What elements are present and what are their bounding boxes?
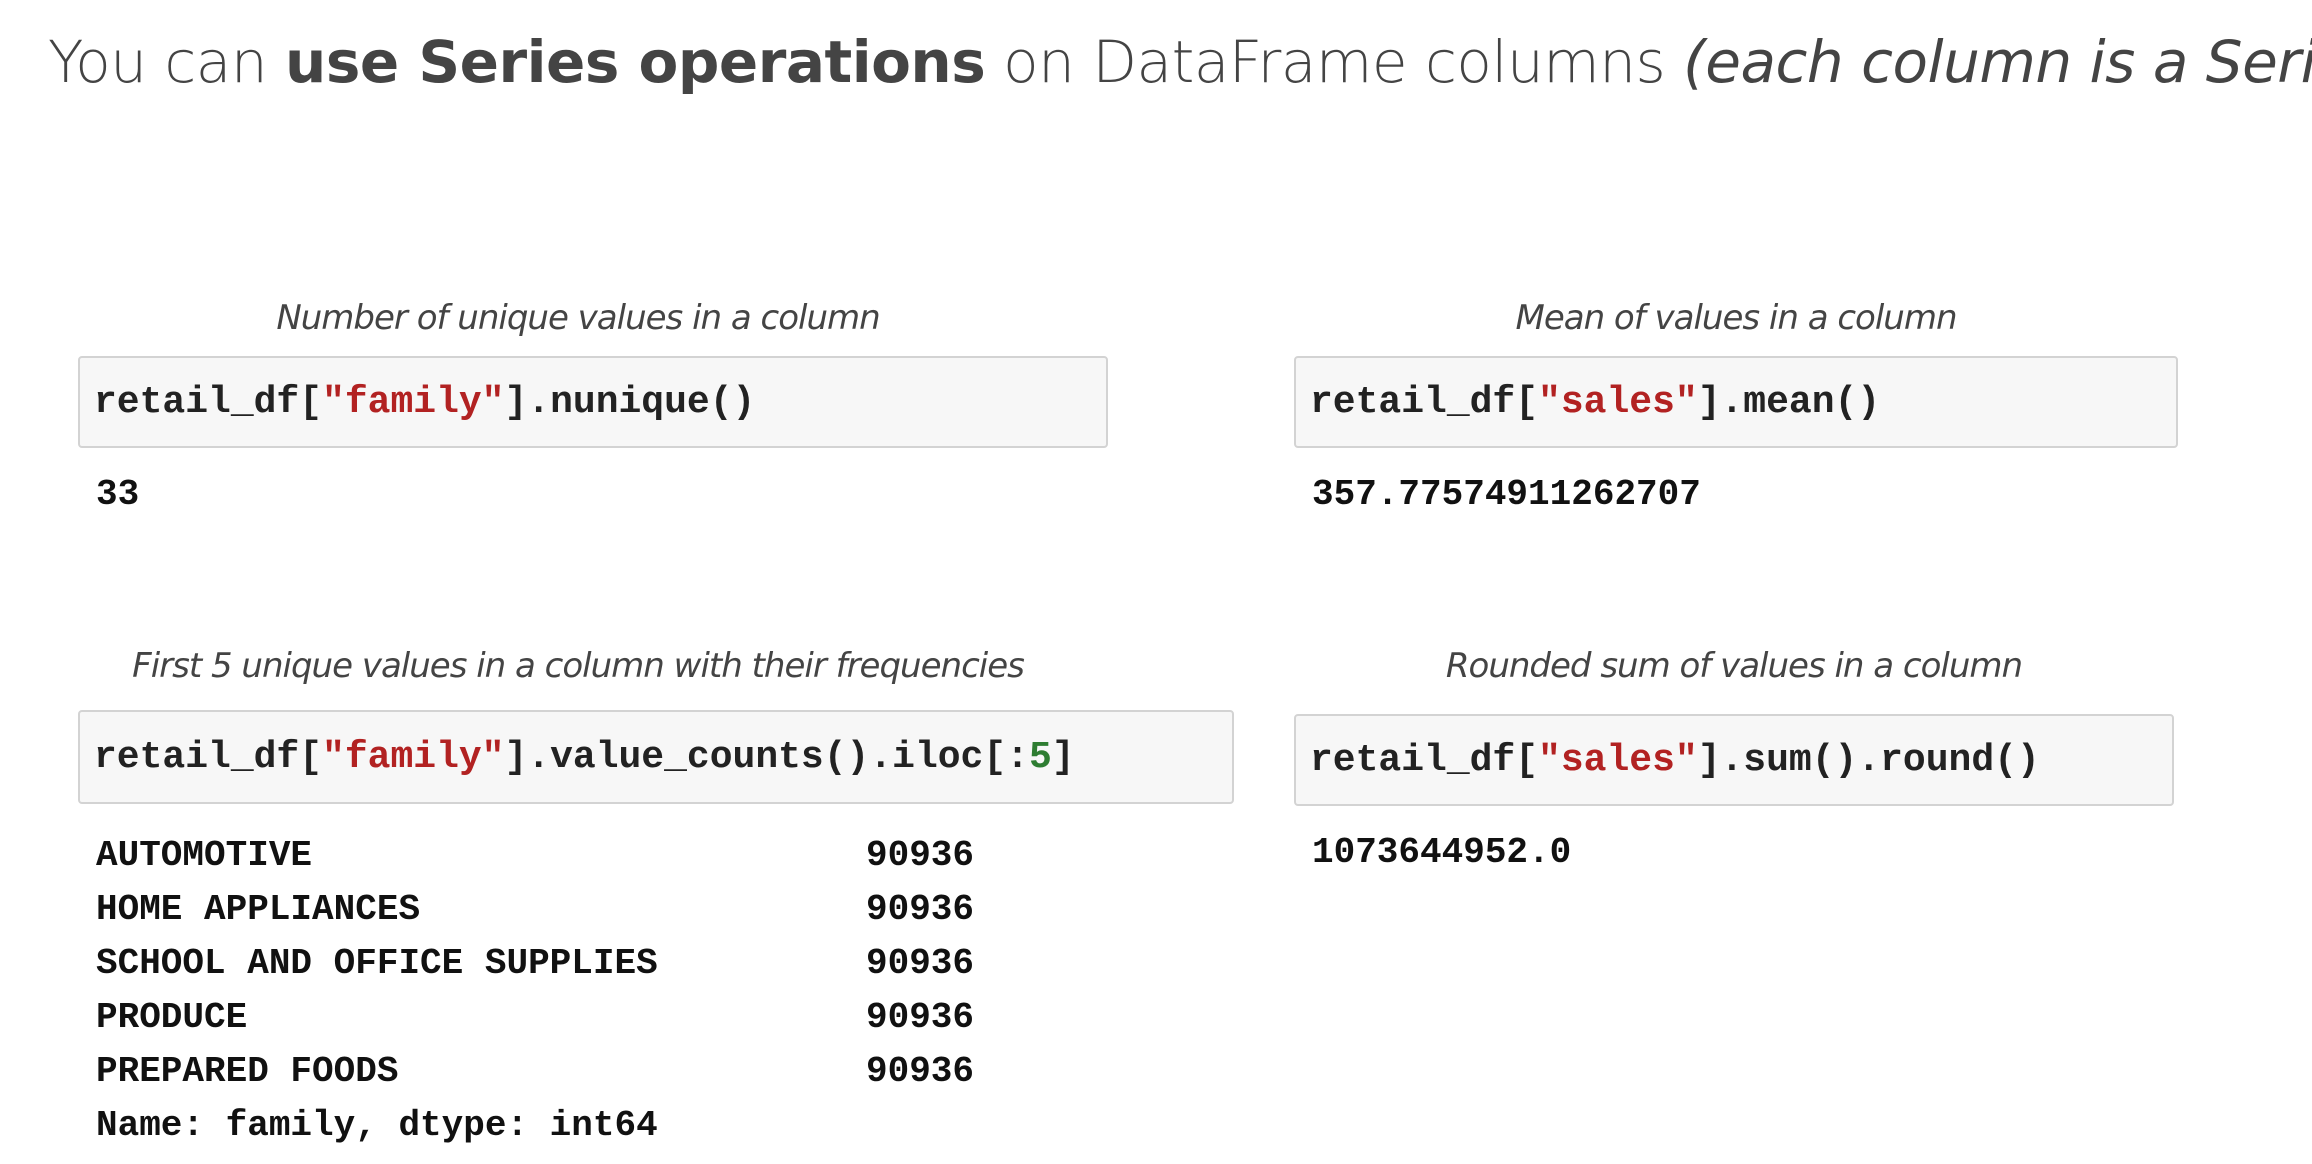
row-key: SCHOOL AND OFFICE SUPPLIES: [96, 942, 658, 984]
title-middle: on DataFrame columns: [985, 28, 1684, 96]
code-string: "family": [322, 380, 505, 424]
table-row: SCHOOL AND OFFICE SUPPLIES 90936: [96, 936, 974, 990]
code-obj: retail_df[: [1310, 380, 1539, 424]
code-number: 5: [1028, 735, 1052, 779]
caption-sum-round: Rounded sum of values in a column: [1445, 646, 2023, 686]
title-bold: use Series operations: [285, 28, 986, 96]
code-method: ].value_counts().iloc[:: [504, 735, 1029, 779]
table-row: AUTOMOTIVE 90936: [96, 828, 974, 882]
code-string: "sales": [1538, 738, 1698, 782]
code-method: ].mean(): [1697, 380, 1881, 424]
code-obj: retail_df[: [1310, 738, 1539, 782]
row-value: 90936: [866, 834, 975, 876]
title-prefix: You can: [48, 28, 286, 96]
row-key: PRODUCE: [96, 996, 248, 1038]
row-key: AUTOMOTIVE: [96, 834, 313, 876]
code-method: ].nunique(): [504, 380, 756, 424]
output-footer: Name: family, dtype: int64: [96, 1104, 658, 1146]
table-row: PRODUCE 90936: [96, 990, 974, 1044]
output-mean: 357.77574911262707: [1312, 474, 1701, 515]
output-sum-round: 1073644952.0: [1312, 832, 1572, 873]
output-value-counts: AUTOMOTIVE 90936 HOME APPLIANCES 90936 S…: [96, 828, 974, 1152]
row-key: HOME APPLIANCES: [96, 888, 421, 930]
code-end: ]: [1051, 735, 1075, 779]
caption-nunique: Number of unique values in a column: [276, 298, 880, 338]
table-row: HOME APPLIANCES 90936: [96, 882, 974, 936]
row-key: PREPARED FOODS: [96, 1050, 399, 1092]
code-obj: retail_df[: [94, 735, 323, 779]
table-row: PREPARED FOODS 90936: [96, 1044, 974, 1098]
title-italic: (each column is a Series!): [1683, 28, 2312, 96]
row-value: 90936: [866, 996, 975, 1038]
row-value: 90936: [866, 888, 975, 930]
caption-mean: Mean of values in a column: [1515, 298, 1957, 338]
code-cell-nunique[interactable]: retail_df["family"].nunique(): [78, 356, 1108, 448]
code-obj: retail_df[: [94, 380, 323, 424]
code-method: ].sum().round(): [1697, 738, 2040, 782]
code-string: "sales": [1538, 380, 1698, 424]
output-nunique: 33: [96, 474, 140, 515]
row-value: 90936: [866, 942, 975, 984]
page-title: You can use Series operations on DataFra…: [48, 28, 2312, 96]
code-cell-value-counts[interactable]: retail_df["family"].value_counts().iloc[…: [78, 710, 1234, 804]
code-string: "family": [322, 735, 505, 779]
code-cell-sum-round[interactable]: retail_df["sales"].sum().round(): [1294, 714, 2174, 806]
row-value: 90936: [866, 1050, 975, 1092]
caption-value-counts: First 5 unique values in a column with t…: [132, 646, 1025, 686]
code-cell-mean[interactable]: retail_df["sales"].mean(): [1294, 356, 2178, 448]
